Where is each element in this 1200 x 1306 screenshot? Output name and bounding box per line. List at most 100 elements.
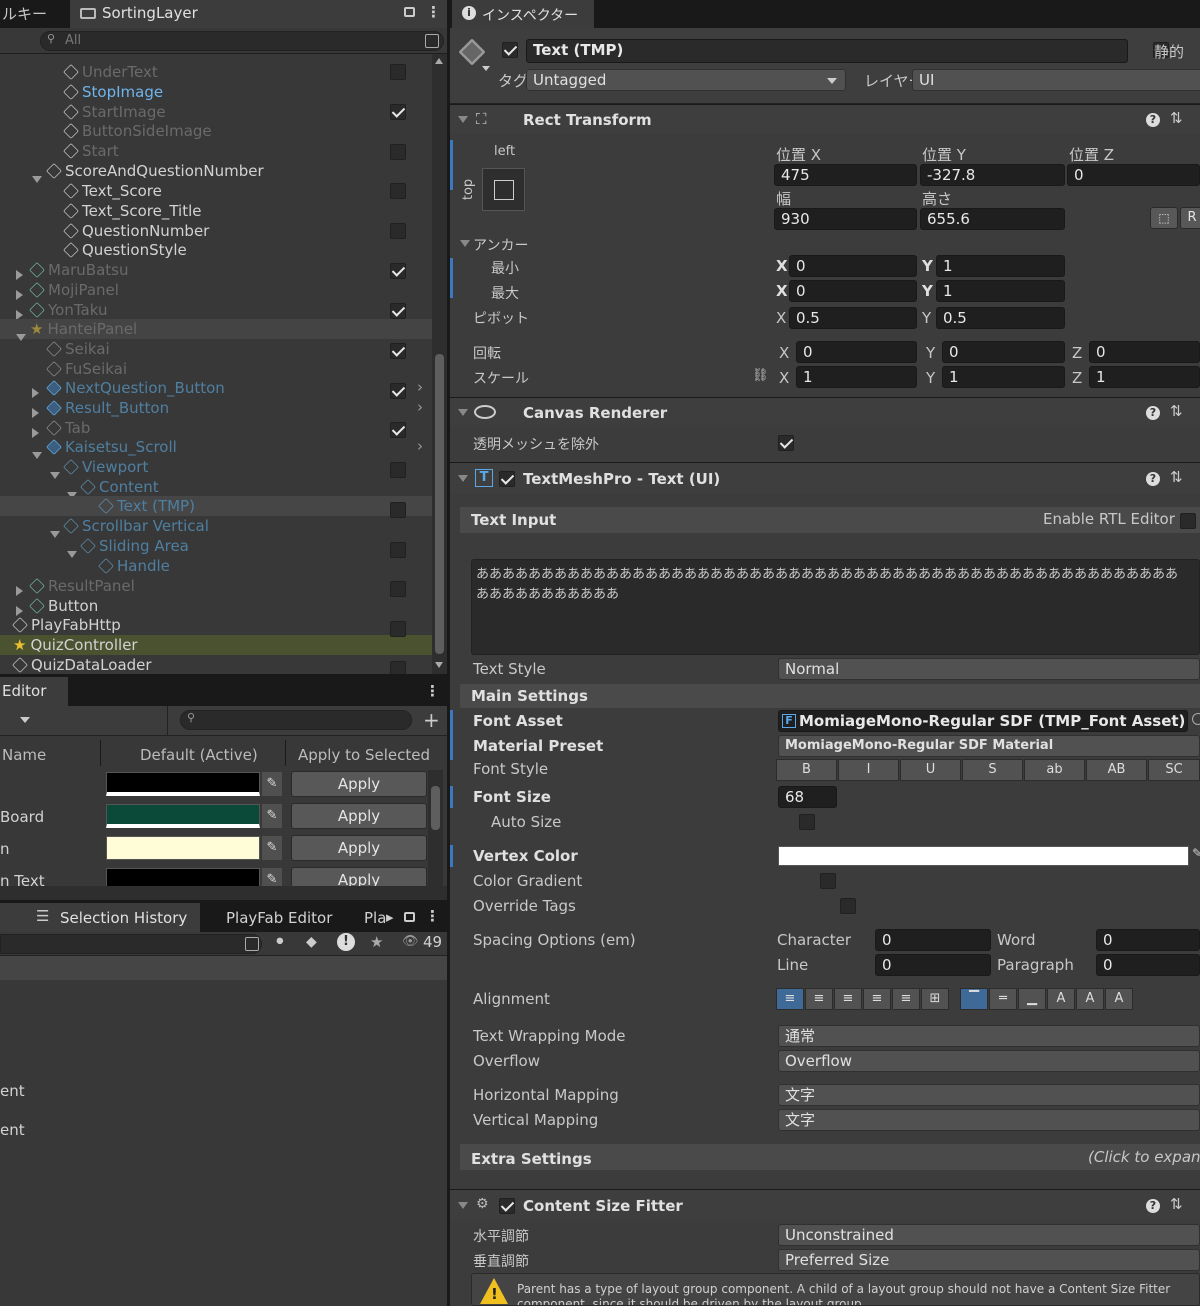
horizontal-mapping-dropdown[interactable]: 文字: [778, 1084, 1200, 1106]
pivot-x-input[interactable]: 0.5: [789, 307, 917, 329]
tree-item-content[interactable]: Content: [0, 477, 432, 499]
history-search-input[interactable]: [0, 934, 262, 954]
tree-item-mojipanel[interactable]: MojiPanel: [0, 280, 432, 300]
toggle-check[interactable]: [390, 621, 406, 637]
canvas-renderer-header[interactable]: Canvas Renderer ? ⇅: [450, 397, 1200, 427]
warning-circle-icon[interactable]: !: [337, 933, 355, 951]
font-asset-field[interactable]: F MomiageMono-Regular SDF (TMP_Font Asse…: [778, 710, 1188, 732]
fitter-enabled-toggle[interactable]: [499, 1198, 515, 1214]
scrollbar-thumb[interactable]: [435, 354, 444, 654]
extra-settings-header[interactable]: Extra Settings (Click to expand: [460, 1144, 1200, 1170]
color-swatch[interactable]: [106, 804, 260, 828]
sorting-layer-tab[interactable]: SortingLayer ⋮: [70, 0, 447, 28]
align-justify-icon[interactable]: ≡: [863, 988, 891, 1010]
font-size-input[interactable]: 68: [778, 786, 837, 808]
align-right-icon[interactable]: ≡: [834, 988, 862, 1010]
uppercase-button[interactable]: AB: [1086, 759, 1147, 781]
tree-item-viewport[interactable]: Viewport: [0, 457, 432, 479]
apply-button[interactable]: Apply: [291, 835, 427, 861]
character-input[interactable]: 0: [875, 929, 991, 951]
align-geometry-icon[interactable]: ⊞: [921, 988, 949, 1010]
tree-item-startimage[interactable]: StartImage: [0, 102, 432, 122]
align-bottom-icon[interactable]: ▁: [1018, 988, 1046, 1010]
wrapping-mode-dropdown[interactable]: 通常: [778, 1025, 1200, 1047]
apply-button[interactable]: Apply: [291, 803, 427, 829]
toggle-check[interactable]: [390, 183, 406, 199]
settings-sliders-icon[interactable]: ⇅: [1170, 468, 1183, 486]
tag-icon[interactable]: ◆: [306, 934, 317, 950]
chevron-right-icon[interactable]: ›: [417, 378, 423, 396]
toggle-check[interactable]: [390, 263, 406, 279]
eyedropper-icon[interactable]: ✎: [262, 868, 282, 886]
anchor-preset-button[interactable]: [482, 168, 525, 211]
tag-dropdown[interactable]: Untagged: [526, 69, 846, 91]
lock-icon[interactable]: [404, 7, 415, 17]
tree-item-quizcontroller[interactable]: ★ QuizController: [0, 635, 432, 655]
tree-item-buttonsideimage[interactable]: ButtonSideImage: [0, 121, 432, 141]
anchor-min-x-input[interactable]: 0: [789, 255, 917, 277]
anchor-max-x-input[interactable]: 0: [789, 280, 917, 302]
pos-y-input[interactable]: -327.8: [920, 164, 1065, 186]
settings-sliders-icon[interactable]: ⇅: [1170, 402, 1183, 420]
italic-button[interactable]: I: [838, 759, 899, 781]
object-picker-icon[interactable]: [1192, 713, 1200, 725]
settings-sliders-icon[interactable]: ⇅: [1170, 109, 1183, 127]
tree-item-kaisetsu-scroll[interactable]: Kaisetsu_Scroll: [0, 437, 432, 459]
tree-item-text-score[interactable]: Text_Score: [0, 181, 432, 201]
object-name-input[interactable]: Text (TMP): [526, 39, 1128, 63]
text-input-header[interactable]: Text Input Enable RTL Editor: [460, 507, 1200, 533]
tree-item-tab[interactable]: Tab: [0, 418, 432, 438]
apply-button[interactable]: Apply: [291, 867, 427, 886]
auto-size-toggle[interactable]: [798, 814, 815, 830]
foldout-arrow-icon[interactable]: [460, 240, 470, 247]
foldout-arrow-icon[interactable]: [458, 475, 468, 482]
color-gradient-toggle[interactable]: [819, 873, 836, 889]
word-input[interactable]: 0: [1096, 929, 1200, 951]
scale-y-input[interactable]: 1: [942, 366, 1065, 388]
scale-z-input[interactable]: 1: [1089, 366, 1200, 388]
tree-item-fuseikai[interactable]: FuSeikai: [0, 359, 432, 379]
collapse-arrow-icon[interactable]: [16, 586, 23, 596]
underline-button[interactable]: U: [900, 759, 961, 781]
tree-item-marubatsu[interactable]: MaruBatsu: [0, 260, 432, 280]
tree-item-playfabhttp[interactable]: PlayFabHttp: [0, 615, 432, 635]
horizontal-fit-dropdown[interactable]: Unconstrained: [778, 1224, 1200, 1246]
strikethrough-button[interactable]: S: [962, 759, 1023, 781]
blueprint-button[interactable]: ⬚: [1150, 207, 1178, 229]
tree-item-text-score-title[interactable]: Text_Score_Title: [0, 201, 432, 221]
bold-button[interactable]: B: [776, 759, 837, 781]
hierarchy-scrollbar[interactable]: [432, 54, 447, 674]
pla-tab[interactable]: Pla: [364, 909, 386, 927]
dropdown-arrow-icon[interactable]: [20, 717, 30, 723]
align-flush-icon[interactable]: ≡: [892, 988, 920, 1010]
align-capline-icon[interactable]: A: [1105, 988, 1133, 1010]
help-icon[interactable]: ?: [1146, 472, 1160, 486]
toggle-check[interactable]: [390, 343, 406, 359]
cull-transparent-toggle[interactable]: [778, 435, 794, 451]
collapse-arrow-icon[interactable]: [16, 290, 23, 300]
align-center-icon[interactable]: ≡: [805, 988, 833, 1010]
pos-z-input[interactable]: 0: [1067, 164, 1200, 186]
rtl-toggle[interactable]: [1180, 513, 1196, 529]
tree-item-scrollbar-vertical[interactable]: Scrollbar Vertical: [0, 516, 432, 538]
vertical-fit-dropdown[interactable]: Preferred Size: [778, 1249, 1200, 1271]
search-options-icon[interactable]: [245, 937, 259, 951]
tree-item-questionstyle[interactable]: QuestionStyle: [0, 240, 432, 260]
menu-kebab-icon[interactable]: ⋮: [426, 3, 441, 21]
tree-item-result-button[interactable]: Result_Button: [0, 398, 432, 418]
selection-history-tab[interactable]: ☰ Selection History: [0, 903, 200, 932]
vertical-mapping-dropdown[interactable]: 文字: [778, 1109, 1200, 1131]
tree-item-yontaku[interactable]: YonTaku: [0, 300, 432, 320]
align-top-icon[interactable]: ▔: [960, 988, 988, 1010]
toggle-check[interactable]: [390, 303, 406, 319]
scroll-up-icon[interactable]: [435, 58, 443, 64]
height-input[interactable]: 655.6: [920, 208, 1065, 230]
scale-x-input[interactable]: 1: [796, 366, 917, 388]
layer-dropdown[interactable]: UI: [912, 69, 1200, 91]
vertex-color-swatch[interactable]: [778, 846, 1189, 866]
tmp-header[interactable]: T TextMeshPro - Text (UI) ? ⇅: [450, 462, 1200, 494]
eyedropper-icon[interactable]: ✎: [1192, 846, 1200, 860]
tree-item-start[interactable]: Start: [0, 141, 432, 161]
help-icon[interactable]: ?: [1146, 406, 1160, 420]
editor-hscrollbar[interactable]: [0, 886, 447, 900]
